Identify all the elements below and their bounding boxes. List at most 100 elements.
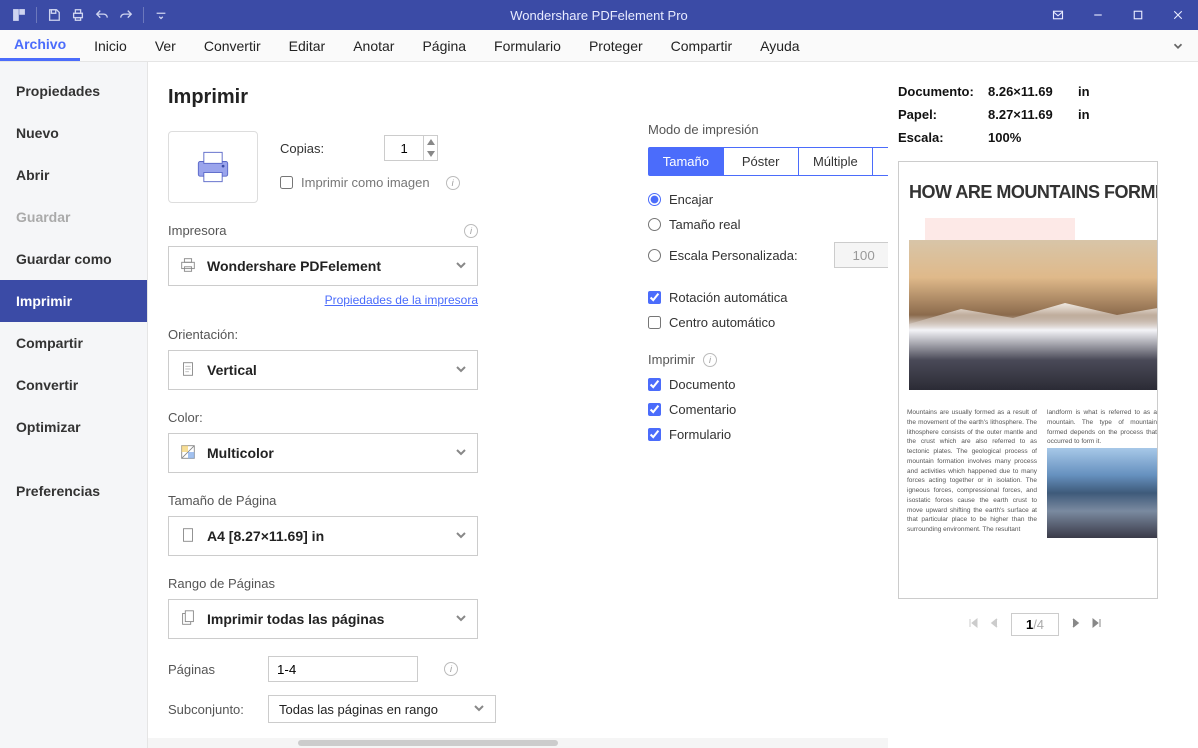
pagerange-value: Imprimir todas las páginas xyxy=(207,611,384,627)
logo-icon xyxy=(8,4,30,26)
menu-inicio[interactable]: Inicio xyxy=(80,30,141,61)
printer-dropdown[interactable]: Wondershare PDFelement xyxy=(168,246,478,286)
pagesize-label: Tamaño de Página xyxy=(168,493,478,508)
print-form-checkbox[interactable] xyxy=(648,428,661,441)
sidebar-guardar-como[interactable]: Guardar como xyxy=(0,238,147,280)
custom-scale-spinner[interactable] xyxy=(834,242,888,268)
collapse-ribbon-icon[interactable] xyxy=(1158,30,1198,61)
pages-input[interactable] xyxy=(268,656,418,682)
menu-ver[interactable]: Ver xyxy=(141,30,190,61)
meta-doc-unit: in xyxy=(1078,84,1108,99)
meta-scale-label: Escala: xyxy=(898,130,988,145)
sidebar-abrir[interactable]: Abrir xyxy=(0,154,147,196)
page-preview: HOW ARE MOUNTAINS FORMED Mountains are u… xyxy=(898,161,1158,599)
radio-fit[interactable] xyxy=(648,193,661,206)
horizontal-scrollbar[interactable] xyxy=(148,738,888,748)
auto-rotate-checkbox[interactable] xyxy=(648,291,661,304)
pager-next-icon[interactable] xyxy=(1069,617,1081,632)
tab-folleto[interactable]: Folleto xyxy=(873,148,888,175)
color-dropdown[interactable]: Multicolor xyxy=(168,433,478,473)
printmode-tabs: Tamaño Póster Múltiple Folleto xyxy=(648,147,888,176)
copies-down[interactable] xyxy=(424,148,437,160)
preview-sub-image xyxy=(1047,448,1158,538)
page-portrait-icon xyxy=(179,360,197,381)
page-pager: 1/4 xyxy=(898,613,1172,636)
maximize-icon[interactable] xyxy=(1118,0,1158,30)
sidebar-preferencias[interactable]: Preferencias xyxy=(0,470,147,512)
titlebar: Wondershare PDFelement Pro xyxy=(0,0,1198,30)
sidebar-imprimir[interactable]: Imprimir xyxy=(0,280,147,322)
menu-pagina[interactable]: Página xyxy=(408,30,480,61)
printer-illustration xyxy=(168,131,258,203)
print-as-image-label: Imprimir como imagen xyxy=(301,175,430,190)
pager-first-icon[interactable] xyxy=(967,617,979,632)
redo-icon[interactable] xyxy=(115,4,137,26)
tab-poster[interactable]: Póster xyxy=(724,148,799,175)
menu-convertir[interactable]: Convertir xyxy=(190,30,275,61)
sidebar-propiedades[interactable]: Propiedades xyxy=(0,70,147,112)
menu-proteger[interactable]: Proteger xyxy=(575,30,657,61)
sidebar-optimizar[interactable]: Optimizar xyxy=(0,406,147,448)
subset-value: Todas las páginas en rango xyxy=(279,702,438,717)
print-icon[interactable] xyxy=(67,4,89,26)
close-icon[interactable] xyxy=(1158,0,1198,30)
radio-custom[interactable] xyxy=(648,249,661,262)
copies-input[interactable] xyxy=(385,136,423,160)
info-icon[interactable]: i xyxy=(464,224,478,238)
sidebar-compartir[interactable]: Compartir xyxy=(0,322,147,364)
menu-formulario[interactable]: Formulario xyxy=(480,30,575,61)
undo-icon[interactable] xyxy=(91,4,113,26)
sidebar-guardar: Guardar xyxy=(0,196,147,238)
chevron-down-icon xyxy=(455,529,467,544)
menu-editar[interactable]: Editar xyxy=(275,30,340,61)
auto-rotate-label: Rotación automática xyxy=(669,290,788,305)
meta-paper-value: 8.27×11.69 xyxy=(988,107,1078,122)
info-icon[interactable]: i xyxy=(446,176,460,190)
tab-tamano[interactable]: Tamaño xyxy=(649,148,724,175)
chevron-down-icon xyxy=(455,363,467,378)
app-title: Wondershare PDFelement Pro xyxy=(510,8,688,23)
color-label: Color: xyxy=(168,410,478,425)
orientation-label: Orientación: xyxy=(168,327,238,342)
pager-total: /4 xyxy=(1033,617,1044,632)
color-icon xyxy=(179,443,197,464)
print-doc-checkbox[interactable] xyxy=(648,378,661,391)
orientation-dropdown[interactable]: Vertical xyxy=(168,350,478,390)
menu-ayuda[interactable]: Ayuda xyxy=(746,30,813,61)
pager-last-icon[interactable] xyxy=(1091,617,1103,632)
mail-icon[interactable] xyxy=(1038,0,1078,30)
menu-archivo[interactable]: Archivo xyxy=(0,30,80,61)
subset-label: Subconjunto: xyxy=(168,702,250,717)
print-comment-checkbox[interactable] xyxy=(648,403,661,416)
menu-anotar[interactable]: Anotar xyxy=(339,30,408,61)
page-icon xyxy=(179,526,197,547)
pages-icon xyxy=(179,609,197,630)
radio-custom-label: Escala Personalizada: xyxy=(669,248,798,263)
pagerange-dropdown[interactable]: Imprimir todas las páginas xyxy=(168,599,478,639)
pagesize-value: A4 [8.27×11.69] in xyxy=(207,528,324,544)
customize-toolbar-icon[interactable] xyxy=(150,4,172,26)
copies-up[interactable] xyxy=(424,136,437,148)
printer-section-label: Impresora xyxy=(168,223,227,238)
copies-spinner[interactable] xyxy=(384,135,438,161)
printer-properties-link[interactable]: Propiedades de la impresora xyxy=(325,293,478,307)
print-what-label: Imprimir xyxy=(648,352,695,367)
print-as-image-checkbox[interactable] xyxy=(280,176,293,189)
info-icon[interactable]: i xyxy=(444,662,458,676)
save-icon[interactable] xyxy=(43,4,65,26)
pager-display[interactable]: 1/4 xyxy=(1011,613,1059,636)
info-icon[interactable]: i xyxy=(703,353,717,367)
pages-label: Páginas xyxy=(168,662,250,677)
print-form-label: Formulario xyxy=(669,427,731,442)
sidebar-convertir[interactable]: Convertir xyxy=(0,364,147,406)
pager-prev-icon[interactable] xyxy=(989,617,1001,632)
menu-compartir[interactable]: Compartir xyxy=(657,30,746,61)
auto-center-checkbox[interactable] xyxy=(648,316,661,329)
tab-multiple[interactable]: Múltiple xyxy=(799,148,874,175)
subset-dropdown[interactable]: Todas las páginas en rango xyxy=(268,695,496,723)
radio-actual[interactable] xyxy=(648,218,661,231)
pagesize-dropdown[interactable]: A4 [8.27×11.69] in xyxy=(168,516,478,556)
meta-scale-value: 100% xyxy=(988,130,1078,145)
sidebar-nuevo[interactable]: Nuevo xyxy=(0,112,147,154)
minimize-icon[interactable] xyxy=(1078,0,1118,30)
